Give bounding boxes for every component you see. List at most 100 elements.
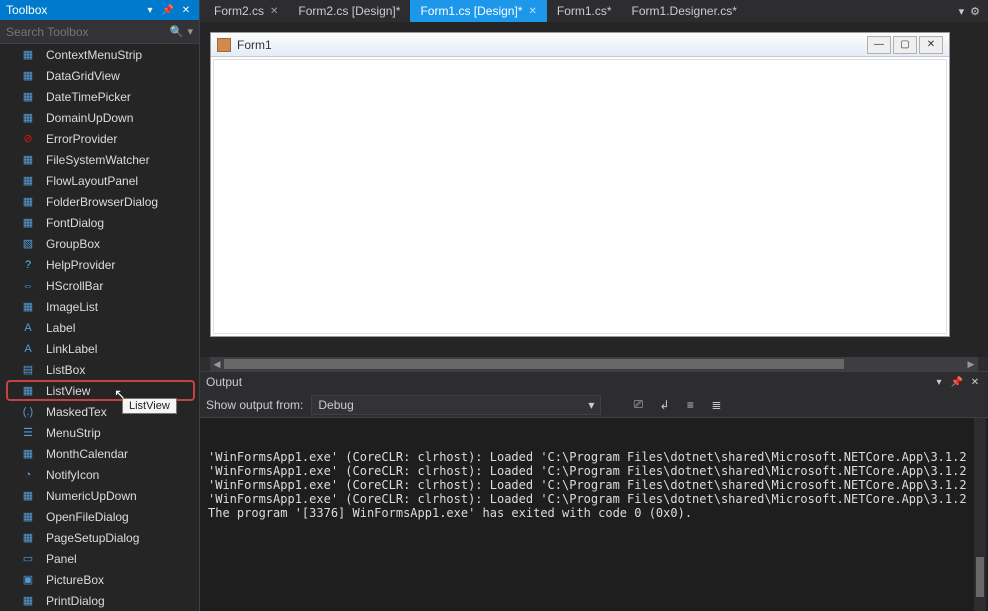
clear-icon[interactable]: ▾ bbox=[187, 25, 193, 38]
listview-icon: ▦ bbox=[20, 383, 36, 399]
openfiledialog-icon: ▦ bbox=[20, 509, 36, 525]
toolbox-item-linklabel[interactable]: ALinkLabel bbox=[0, 338, 199, 359]
monthcalendar-icon: ▦ bbox=[20, 446, 36, 462]
tabs-dropdown-icon[interactable]: ▾ bbox=[959, 5, 965, 18]
vertical-scrollbar[interactable] bbox=[974, 418, 986, 611]
show-output-label: Show output from: bbox=[206, 398, 303, 412]
indent-icon[interactable]: ≡ bbox=[681, 396, 699, 414]
imagelist-icon: ▦ bbox=[20, 299, 36, 315]
tab-label: Form1.cs* bbox=[557, 4, 612, 18]
filesystemwatcher-icon: ▦ bbox=[20, 152, 36, 168]
toolbox-item-menustrip[interactable]: ☰MenuStrip bbox=[0, 422, 199, 443]
toolbox-item-label: OpenFileDialog bbox=[46, 510, 129, 524]
toolbox-item-datetimepicker[interactable]: ▦DateTimePicker bbox=[0, 86, 199, 107]
designer-surface[interactable]: Form1 — ▢ ✕ bbox=[200, 22, 988, 357]
toolbox-item-domainupdown[interactable]: ▦DomainUpDown bbox=[0, 107, 199, 128]
tab-form2-cs[interactable]: Form2.cs✕ bbox=[204, 0, 288, 22]
toolbox-item-label: LinkLabel bbox=[46, 342, 97, 356]
toolbox-item-datagridview[interactable]: ▦ DataGridView bbox=[0, 65, 199, 86]
toolbox-item-label: PictureBox bbox=[46, 573, 104, 587]
close-icon[interactable]: ✕ bbox=[179, 3, 193, 17]
output-body[interactable]: 'WinFormsApp1.exe' (CoreCLR: clrhost): L… bbox=[200, 418, 988, 611]
tab-form1-cs-[interactable]: Form1.cs* bbox=[547, 0, 622, 22]
toolbox-item-pagesetupdialog[interactable]: ▦PageSetupDialog bbox=[0, 527, 199, 548]
toolbox-item-label: MaskedTex bbox=[46, 405, 107, 419]
minimize-button[interactable]: — bbox=[867, 36, 891, 54]
toolbox-item-label: FolderBrowserDialog bbox=[46, 195, 158, 209]
editor-area: Form2.cs✕Form2.cs [Design]*Form1.cs [Des… bbox=[200, 0, 988, 611]
clear-all-icon[interactable]: ⎚ bbox=[629, 396, 647, 414]
toolbox-item-contextmenustrip[interactable]: ▦ContextMenuStrip bbox=[0, 44, 199, 65]
output-line: 'WinFormsApp1.exe' (CoreCLR: clrhost): L… bbox=[208, 492, 980, 506]
toolbox-item-fontdialog[interactable]: ▦FontDialog bbox=[0, 212, 199, 233]
tooltip: ListView bbox=[122, 398, 177, 414]
close-icon[interactable]: ✕ bbox=[528, 6, 536, 17]
toolbox-item-label: DomainUpDown bbox=[46, 111, 133, 125]
gear-icon[interactable]: ⚙ bbox=[970, 5, 980, 18]
menustrip-icon: ☰ bbox=[20, 425, 36, 441]
toolbox-item-notifyicon[interactable]: ◔NotifyIcon bbox=[0, 464, 199, 485]
toolbox-item-label: DateTimePicker bbox=[46, 90, 131, 104]
dropdown-icon[interactable]: ▾ bbox=[143, 3, 157, 17]
tab-form1-cs-design-[interactable]: Form1.cs [Design]*✕ bbox=[410, 0, 546, 22]
output-line: 'WinFormsApp1.exe' (CoreCLR: clrhost): L… bbox=[208, 464, 980, 478]
toolbox-item-filesystemwatcher[interactable]: ▦FileSystemWatcher bbox=[0, 149, 199, 170]
toolbox-item-label: ContextMenuStrip bbox=[46, 48, 142, 62]
groupbox-icon: ▧ bbox=[20, 236, 36, 252]
output-title: Output bbox=[206, 375, 928, 389]
toolbox-item-picturebox[interactable]: ▣ PictureBox bbox=[0, 569, 199, 590]
toolbox-item-monthcalendar[interactable]: ▦ MonthCalendar bbox=[0, 443, 199, 464]
toolbox-item-label: ListBox bbox=[46, 363, 85, 377]
notifyicon-icon: ◔ bbox=[20, 467, 36, 483]
form-title: Form1 bbox=[237, 38, 865, 52]
toolbox-panel: Toolbox ▾ 📌 ✕ 🔍 ▾ ▦ContextMenuStrip▦Data… bbox=[0, 0, 200, 611]
form-body[interactable] bbox=[213, 59, 947, 334]
toolbox-item-panel[interactable]: ▭Panel bbox=[0, 548, 199, 569]
scroll-left-icon[interactable]: ◀ bbox=[210, 357, 224, 371]
toolbox-item-label: ListView bbox=[46, 384, 90, 398]
toolbox-header: Toolbox ▾ 📌 ✕ bbox=[0, 0, 199, 20]
scroll-thumb[interactable] bbox=[224, 359, 844, 369]
toolbox-item-listbox[interactable]: ▤ListBox bbox=[0, 359, 199, 380]
toolbox-item-flowlayoutpanel[interactable]: ▦FlowLayoutPanel bbox=[0, 170, 199, 191]
form-window[interactable]: Form1 — ▢ ✕ bbox=[210, 32, 950, 337]
scroll-right-icon[interactable]: ▶ bbox=[964, 357, 978, 371]
fontdialog-icon: ▦ bbox=[20, 215, 36, 231]
search-input[interactable] bbox=[6, 25, 170, 39]
outdent-icon[interactable]: ≣ bbox=[707, 396, 725, 414]
toolbox-item-errorprovider[interactable]: ⊘ErrorProvider bbox=[0, 128, 199, 149]
tab-form1-designer-cs-[interactable]: Form1.Designer.cs* bbox=[622, 0, 747, 22]
toolbox-item-helpprovider[interactable]: ?HelpProvider bbox=[0, 254, 199, 275]
toolbox-item-imagelist[interactable]: ▦ImageList bbox=[0, 296, 199, 317]
output-source-dropdown[interactable]: Debug ▾ bbox=[311, 395, 601, 415]
toolbox-item-folderbrowserdialog[interactable]: ▦FolderBrowserDialog bbox=[0, 191, 199, 212]
toolbox-item-groupbox[interactable]: ▧ GroupBox bbox=[0, 233, 199, 254]
maximize-button[interactable]: ▢ bbox=[893, 36, 917, 54]
toolbox-item-label: MonthCalendar bbox=[46, 447, 128, 461]
output-toolbar: Show output from: Debug ▾ ⎚ ↲ ≡ ≣ bbox=[200, 392, 988, 418]
close-icon[interactable]: ✕ bbox=[968, 375, 982, 389]
horizontal-scrollbar[interactable]: ◀ ▶ bbox=[210, 357, 978, 371]
toolbox-item-label[interactable]: ALabel bbox=[0, 317, 199, 338]
close-button[interactable]: ✕ bbox=[919, 36, 943, 54]
toolbox-item-label: DataGridView bbox=[46, 69, 120, 83]
close-icon[interactable]: ✕ bbox=[270, 6, 278, 17]
toolbox-item-label: FlowLayoutPanel bbox=[46, 174, 138, 188]
toolbox-item-listview[interactable]: ▦ListView↖ListView bbox=[6, 380, 195, 401]
toolbox-item-printdialog[interactable]: ▦PrintDialog bbox=[0, 590, 199, 611]
toolbox-item-openfiledialog[interactable]: ▦ OpenFileDialog bbox=[0, 506, 199, 527]
picturebox-icon: ▣ bbox=[20, 572, 36, 588]
datagridview-icon: ▦ bbox=[20, 68, 36, 84]
pin-icon[interactable]: 📌 bbox=[161, 3, 175, 17]
search-icon[interactable]: 🔍 bbox=[170, 25, 184, 38]
output-panel: Output ▾ 📌 ✕ Show output from: Debug ▾ ⎚… bbox=[200, 371, 988, 611]
tab-form2-cs-design-[interactable]: Form2.cs [Design]* bbox=[288, 0, 410, 22]
scroll-thumb[interactable] bbox=[976, 557, 984, 597]
toolbox-item-numericupdown[interactable]: ▦NumericUpDown bbox=[0, 485, 199, 506]
pin-icon[interactable]: 📌 bbox=[950, 375, 964, 389]
toolbox-title: Toolbox bbox=[6, 3, 139, 17]
dropdown-icon[interactable]: ▾ bbox=[932, 375, 946, 389]
toolbox-item-label: GroupBox bbox=[46, 237, 100, 251]
toggle-wrap-icon[interactable]: ↲ bbox=[655, 396, 673, 414]
toolbox-item-hscrollbar[interactable]: ⇔HScrollBar bbox=[0, 275, 199, 296]
